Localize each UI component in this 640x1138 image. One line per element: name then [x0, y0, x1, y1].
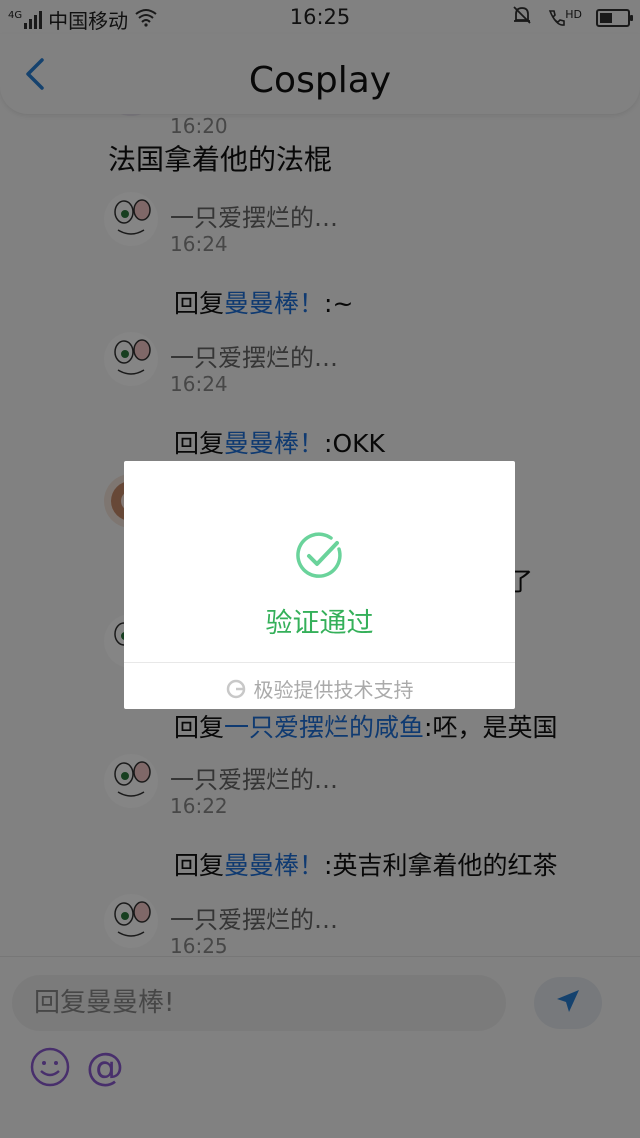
check-circle-icon — [295, 531, 345, 581]
verification-message: 验证通过 — [265, 608, 374, 639]
geetest-logo-icon — [226, 679, 246, 699]
footer-text[interactable]: 极验提供技术支持 — [254, 674, 414, 703]
dialog-footer: 极验提供技术支持 — [124, 674, 515, 703]
verification-dialog: 验证通过 极验提供技术支持 — [124, 461, 515, 709]
dialog-divider — [124, 662, 515, 663]
